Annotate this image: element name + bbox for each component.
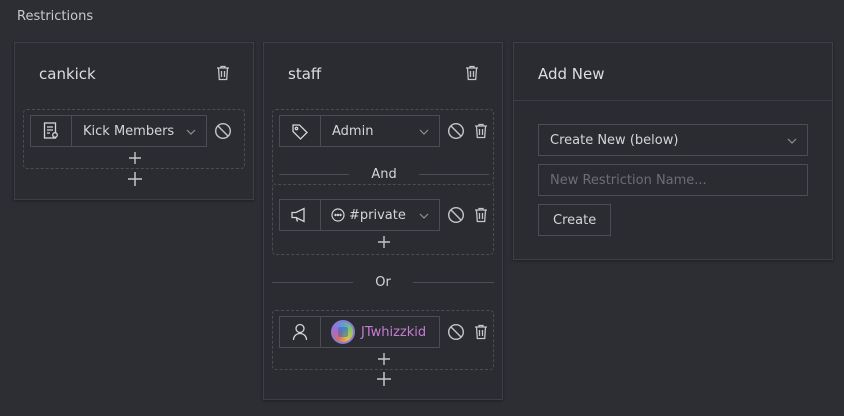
card-title: cankick — [39, 65, 96, 83]
tag-icon — [291, 122, 309, 140]
negate-icon[interactable] — [447, 122, 465, 140]
channel-icon-box — [279, 199, 321, 231]
restriction-template-select[interactable]: Create New (below) — [538, 124, 808, 156]
remove-condition-icon[interactable] — [474, 123, 488, 139]
and-label: And — [371, 166, 397, 182]
chevron-down-icon — [419, 126, 429, 136]
restriction-group: Admin And — [272, 109, 494, 185]
add-condition-icon[interactable] — [128, 151, 142, 165]
role-select[interactable]: Admin — [320, 115, 440, 147]
restriction-group-continuation: #private — [272, 185, 494, 255]
permission-select[interactable]: Kick Members — [71, 115, 207, 147]
channel-select[interactable]: #private — [320, 199, 440, 231]
negate-icon[interactable] — [214, 122, 232, 140]
card-title: Add New — [538, 65, 605, 83]
add-condition-icon[interactable] — [377, 235, 391, 249]
user-name: JTwhizzkid — [361, 324, 427, 340]
negate-icon[interactable] — [447, 206, 465, 224]
trash-icon[interactable] — [216, 65, 230, 81]
remove-condition-icon[interactable] — [474, 324, 488, 340]
restriction-card-staff: staff Admin And #private Or JTwhizzkid — [263, 42, 503, 400]
permission-icon — [43, 122, 59, 140]
add-group-icon[interactable] — [127, 171, 143, 187]
restriction-group: Kick Members — [23, 109, 245, 169]
card-title: staff — [288, 65, 322, 83]
negate-icon[interactable] — [447, 323, 465, 341]
divider — [514, 100, 832, 101]
restriction-template-value: Create New (below) — [550, 132, 679, 148]
restriction-name-input[interactable] — [538, 164, 808, 196]
permission-icon-box — [30, 115, 72, 147]
restriction-card-cankick: cankick Kick Members — [14, 42, 254, 200]
add-group-icon[interactable] — [376, 371, 392, 387]
restriction-group: JTwhizzkid — [272, 310, 494, 370]
permission-select-value: Kick Members — [83, 123, 175, 139]
role-select-value: Admin — [332, 123, 374, 139]
remove-condition-icon[interactable] — [474, 207, 488, 223]
trash-icon[interactable] — [465, 65, 479, 81]
channel-icon — [331, 208, 345, 222]
chevron-down-icon — [186, 126, 196, 136]
create-button[interactable]: Create — [538, 204, 612, 236]
user-select[interactable]: JTwhizzkid — [320, 316, 440, 348]
user-icon — [292, 323, 308, 341]
and-separator: And — [279, 164, 490, 184]
user-icon-box — [279, 316, 321, 348]
channel-select-value: #private — [349, 207, 406, 223]
chevron-down-icon — [419, 210, 429, 220]
or-label: Or — [375, 274, 391, 290]
section-title: Restrictions — [17, 9, 94, 24]
chevron-down-icon — [787, 135, 797, 145]
add-condition-icon[interactable] — [377, 352, 391, 366]
megaphone-icon — [290, 207, 310, 223]
or-separator: Or — [272, 272, 495, 292]
add-new-card: Add New Create New (below) Create — [513, 42, 833, 260]
role-icon-box — [279, 115, 321, 147]
avatar — [331, 320, 355, 344]
